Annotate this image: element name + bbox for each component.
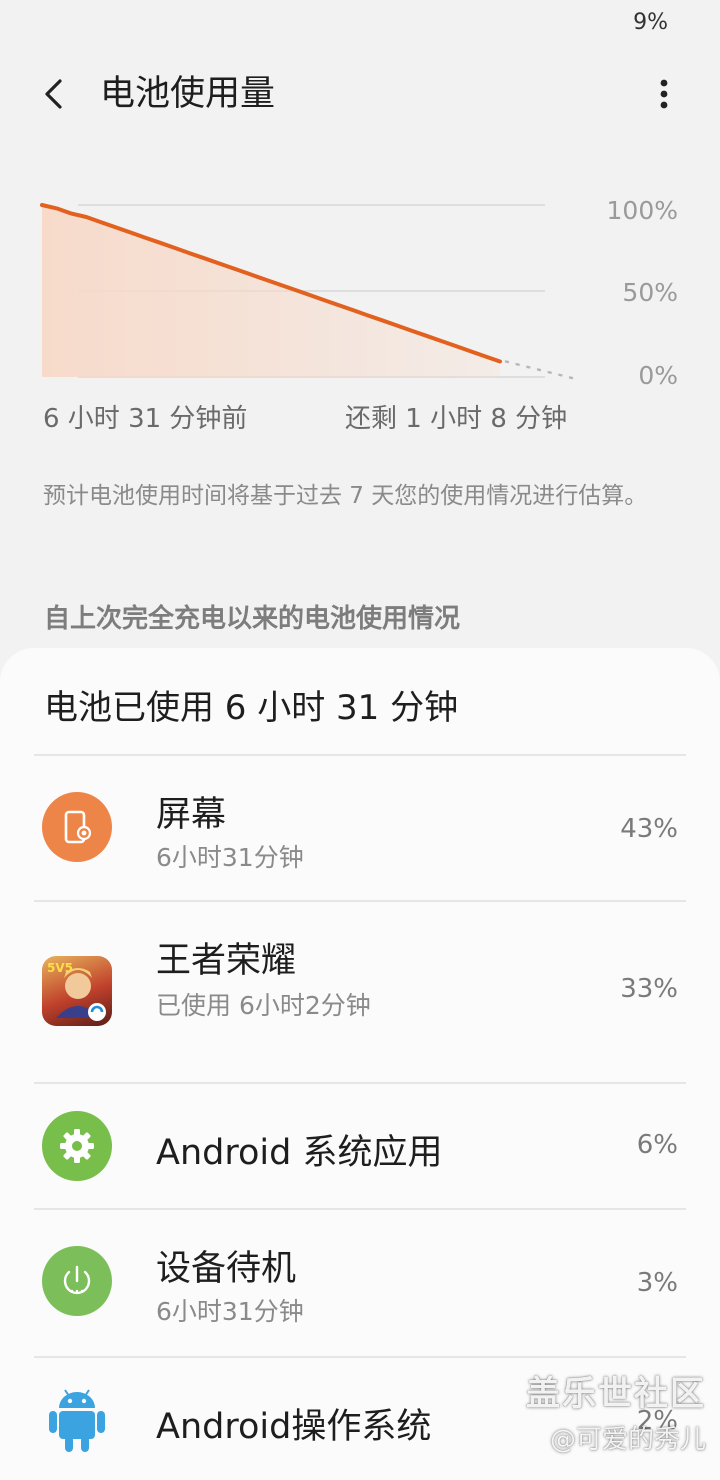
chevron-left-icon	[45, 79, 62, 109]
usage-item-duration: 已使用 6小时2分钟	[156, 991, 371, 1020]
usage-item-percent: 3%	[636, 1268, 678, 1298]
usage-total-title: 电池已使用 6 小时 31 分钟	[44, 688, 459, 728]
status-bar: 9%	[0, 0, 720, 46]
watermark: 盖乐世社区 @可爱的秀儿	[526, 1366, 706, 1456]
usage-item-name: Android操作系统	[156, 1407, 432, 1447]
screen-brightness-icon	[42, 792, 112, 862]
more-options-button[interactable]	[644, 68, 684, 120]
android-robot-icon	[42, 1384, 112, 1454]
usage-card: 电池已使用 6 小时 31 分钟 屏幕 6小时31分钟 43% 5V5 王者荣耀…	[0, 648, 720, 1480]
usage-item-duration: 6小时31分钟	[156, 1297, 304, 1326]
battery-chart: 100% 50% 0% 6 小时 31 分钟前 还剩 1 小时 8 分钟	[0, 180, 720, 440]
x-tick-label-start: 6 小时 31 分钟前	[43, 404, 248, 434]
section-header: 自上次完全充电以来的电池使用情况	[44, 604, 461, 634]
app-bar: 电池使用量	[0, 46, 720, 142]
watermark-user: @可爱的秀儿	[549, 1425, 706, 1455]
usage-item-name: 王者荣耀	[156, 941, 297, 981]
usage-item-percent: 43%	[620, 814, 678, 844]
watermark-community: 盖乐世社区	[526, 1374, 706, 1414]
battery-level: 9%	[633, 10, 668, 35]
usage-item-screen[interactable]: 屏幕 6小时31分钟 43%	[0, 756, 720, 900]
usage-item-name: Android 系统应用	[156, 1133, 443, 1173]
page-title: 电池使用量	[100, 74, 276, 114]
usage-item-honor-of-kings[interactable]: 5V5 王者荣耀 已使用 6小时2分钟 33%	[0, 902, 720, 1082]
usage-item-name: 设备待机	[156, 1249, 297, 1289]
svg-text:5V5: 5V5	[47, 961, 73, 975]
estimate-note: 预计电池使用时间将基于过去 7 天您的使用情况进行估算。	[43, 483, 648, 509]
usage-item-android-system-apps[interactable]: Android 系统应用 6%	[0, 1084, 720, 1208]
y-tick-label: 100%	[606, 196, 678, 225]
usage-item-percent: 6%	[636, 1130, 678, 1160]
usage-item-device-idle[interactable]: 设备待机 6小时31分钟 3%	[0, 1210, 720, 1356]
usage-item-name: 屏幕	[156, 795, 227, 835]
power-standby-icon	[42, 1246, 112, 1316]
back-button[interactable]	[26, 68, 82, 120]
usage-item-percent: 33%	[620, 974, 678, 1004]
y-tick-label: 50%	[622, 278, 678, 307]
gear-icon	[42, 1111, 112, 1181]
usage-item-duration: 6小时31分钟	[156, 843, 304, 872]
more-vertical-icon	[660, 79, 668, 109]
x-tick-label-end: 还剩 1 小时 8 分钟	[345, 404, 568, 434]
game-app-icon: 5V5	[42, 956, 112, 1026]
y-tick-label: 0%	[638, 361, 678, 390]
